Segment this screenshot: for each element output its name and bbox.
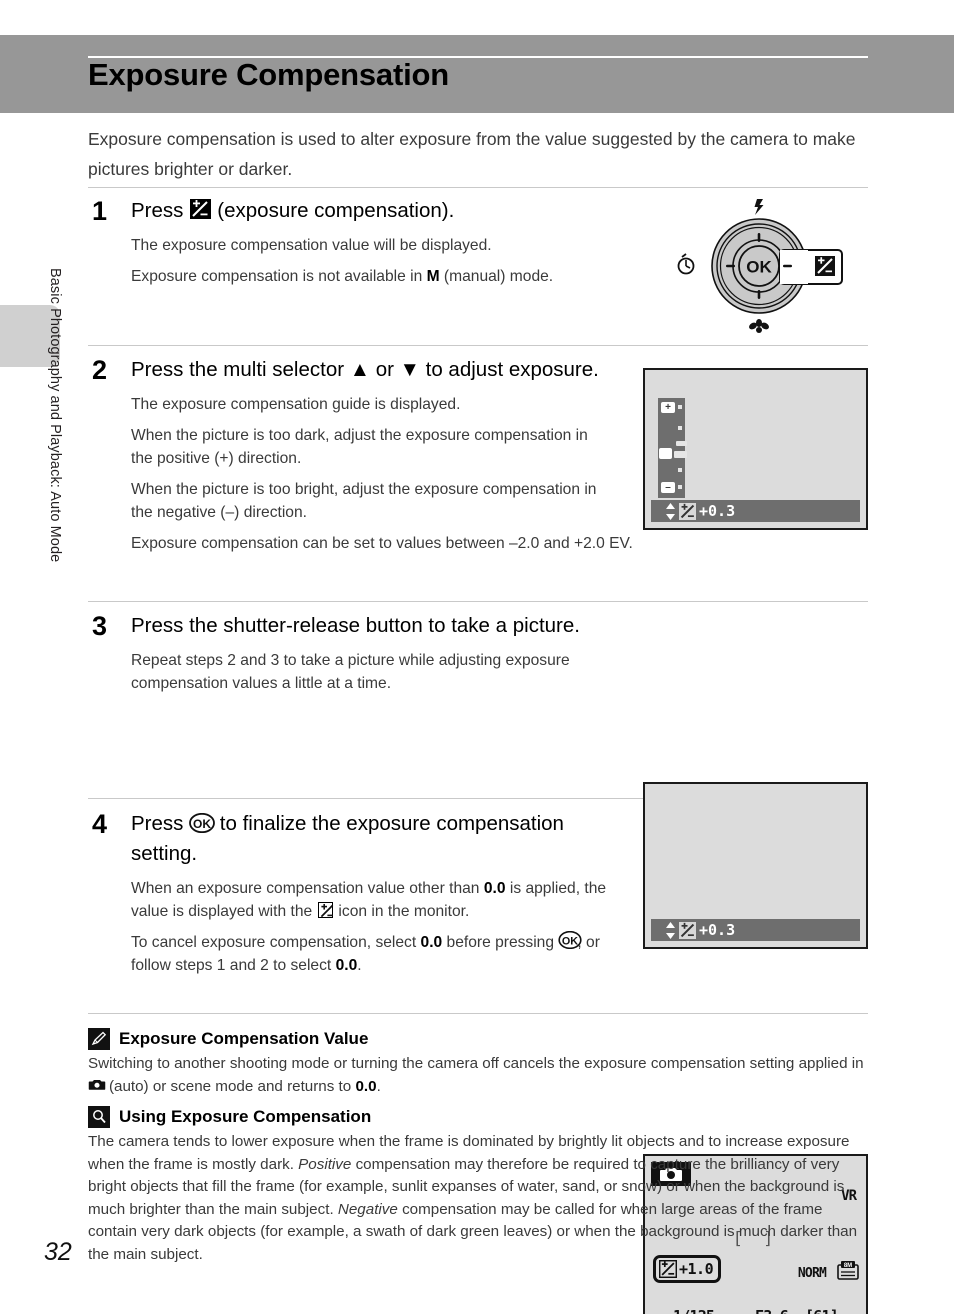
note-1-title: Exposure Compensation Value — [119, 1029, 369, 1048]
value-zero-zero: 0.0 — [483, 880, 506, 897]
step-1-paragraph-1: The exposure compensation value will be … — [131, 237, 492, 254]
note-using-exposure-compensation: Using Exposure Compensation The camera t… — [88, 1106, 868, 1266]
frames-remaining-value: [61] — [805, 1307, 839, 1314]
shutter-speed-value: 1/125 — [673, 1307, 715, 1314]
note-1-header: Exposure Compensation Value — [88, 1028, 868, 1050]
guide-plus-label: + — [661, 402, 675, 413]
svg-text:OK: OK — [562, 935, 578, 947]
step-2-heading: Press the multi selector ▲ or ▼ to adjus… — [131, 358, 599, 381]
camera-auto-mode-icon — [88, 1076, 106, 1091]
exposure-compensation-icon — [190, 198, 211, 220]
step-2-paragraph-4: Exposure compensation can be set to valu… — [131, 535, 633, 552]
step-3-heading: Press the shutter-release button to take… — [131, 614, 580, 637]
exposure-compensation-guide: + – — [658, 398, 687, 498]
ok-button-icon: OK — [558, 931, 582, 950]
step-2-paragraph-1: The exposure compensation guide is displ… — [131, 396, 461, 413]
aperture-value: F3.6 — [755, 1307, 789, 1314]
note-exposure-compensation-value: Exposure Compensation Value Switching to… — [88, 1028, 868, 1098]
step-2-paragraph-3: When the picture is too bright, adjust t… — [131, 481, 597, 521]
s4p2c: before pressing — [442, 934, 559, 951]
screen2-status-bar: +0.3 — [651, 500, 860, 522]
exposure-compensation-icon — [815, 256, 835, 276]
exposure-compensation-icon — [679, 502, 696, 520]
step-1-body: Press (exposure compensation). The expos… — [131, 196, 631, 288]
guide-dot — [678, 405, 682, 409]
page-number: 32 — [44, 1238, 72, 1266]
s4p2f: . — [357, 957, 362, 974]
step-1-p2-pre: Exposure compensation is not available i… — [131, 268, 427, 285]
frames-remaining-number: 61 — [813, 1307, 830, 1314]
step-1-heading: Press (exposure compensation). — [131, 196, 631, 226]
monitor-screen-step2: + – +0.3 — [643, 368, 868, 530]
self-timer-icon — [677, 253, 695, 275]
step-2-paragraph-2: When the picture is too dark, adjust the… — [131, 427, 588, 467]
screen3-status-bar: +0.3 — [651, 919, 860, 941]
guide-dot — [678, 485, 682, 489]
step-4-body: Press OK to finalize the exposure compen… — [131, 809, 611, 977]
magnifier-tip-icon — [88, 1106, 110, 1128]
value-zero-zero: 0.0 — [335, 957, 358, 974]
note-2-body: The camera tends to lower exposure when … — [88, 1131, 868, 1266]
guide-minus-label: – — [661, 482, 675, 493]
step-1-paragraph-2: Exposure compensation is not available i… — [131, 265, 631, 288]
up-down-arrows-icon — [666, 921, 675, 939]
separator-rule — [88, 601, 868, 602]
up-down-arrows-icon — [666, 502, 675, 520]
value-zero-zero: 0.0 — [355, 1077, 377, 1095]
screen3-ec-value: +0.3 — [699, 921, 736, 939]
step-1-heading-pre: Press — [131, 199, 190, 222]
note-1-body: Switching to another shooting mode or tu… — [88, 1053, 868, 1098]
separator-rule — [88, 1013, 868, 1014]
intro-paragraph: Exposure compensation is used to alter e… — [88, 129, 856, 179]
step-4-paragraph-1: When an exposure compensation value othe… — [131, 877, 611, 923]
image-quality-indicator: NORM — [797, 1266, 827, 1281]
guide-current-marker — [674, 451, 687, 458]
exposure-compensation-icon — [679, 921, 696, 939]
manual-page: Exposure Compensation Basic Photography … — [0, 0, 954, 1314]
s4p1a: When an exposure compensation value othe… — [131, 880, 484, 897]
flash-icon — [754, 199, 764, 215]
negative-emphasis: Negative — [337, 1200, 398, 1218]
step-3-body: Press the shutter-release button to take… — [131, 611, 601, 695]
guide-dot — [678, 426, 682, 430]
note-2-title: Using Exposure Compensation — [119, 1107, 372, 1126]
step-number-4: 4 — [92, 809, 108, 839]
step-number-2: 2 — [92, 355, 108, 385]
monitor-screen-step3: +0.3 — [643, 782, 868, 949]
step-4-heading: Press OK to finalize the exposure compen… — [131, 809, 611, 869]
step-number-3: 3 — [92, 611, 108, 641]
step-4-paragraph-2: To cancel exposure compensation, select … — [131, 931, 611, 977]
separator-rule — [88, 187, 868, 188]
step-number-1: 1 — [92, 196, 108, 226]
step-1-p2-post: (manual) mode. — [439, 268, 554, 285]
screen2-ec-value: +0.3 — [699, 502, 736, 520]
note-2-header: Using Exposure Compensation — [88, 1106, 868, 1128]
ok-button-label: OK — [746, 258, 772, 277]
guide-dot — [678, 468, 682, 472]
note1-a: Switching to another shooting mode or tu… — [88, 1055, 864, 1072]
macro-icon — [749, 319, 769, 333]
step-2-body: Press the multi selector ▲ or ▼ to adjus… — [131, 355, 633, 555]
ok-button-icon: OK — [189, 812, 216, 833]
step-1-heading-post: (exposure compensation). — [211, 199, 455, 222]
page-title: Exposure Compensation — [88, 57, 449, 92]
separator-rule — [88, 345, 868, 346]
pencil-note-icon — [88, 1028, 110, 1050]
svg-text:OK: OK — [193, 817, 211, 831]
guide-cursor — [659, 448, 672, 459]
note1-d: . — [376, 1077, 381, 1095]
s4p2a: To cancel exposure compensation, select — [131, 934, 421, 951]
exposure-compensation-icon — [317, 902, 334, 918]
value-zero-zero: 0.0 — [420, 934, 443, 951]
s4p1d: icon in the monitor. — [334, 903, 470, 920]
guide-tick — [676, 441, 687, 446]
step-4-heading-pre: Press — [131, 812, 190, 835]
multi-selector-illustration: OK — [668, 193, 868, 338]
note1-b: (auto) or scene mode and returns to — [104, 1077, 356, 1095]
positive-emphasis: Positive — [298, 1155, 352, 1173]
mode-m-label: M — [426, 268, 440, 285]
step-3-paragraph-1: Repeat steps 2 and 3 to take a picture w… — [131, 652, 570, 692]
running-head-label: Basic Photography and Playback: Auto Mod… — [47, 268, 63, 563]
